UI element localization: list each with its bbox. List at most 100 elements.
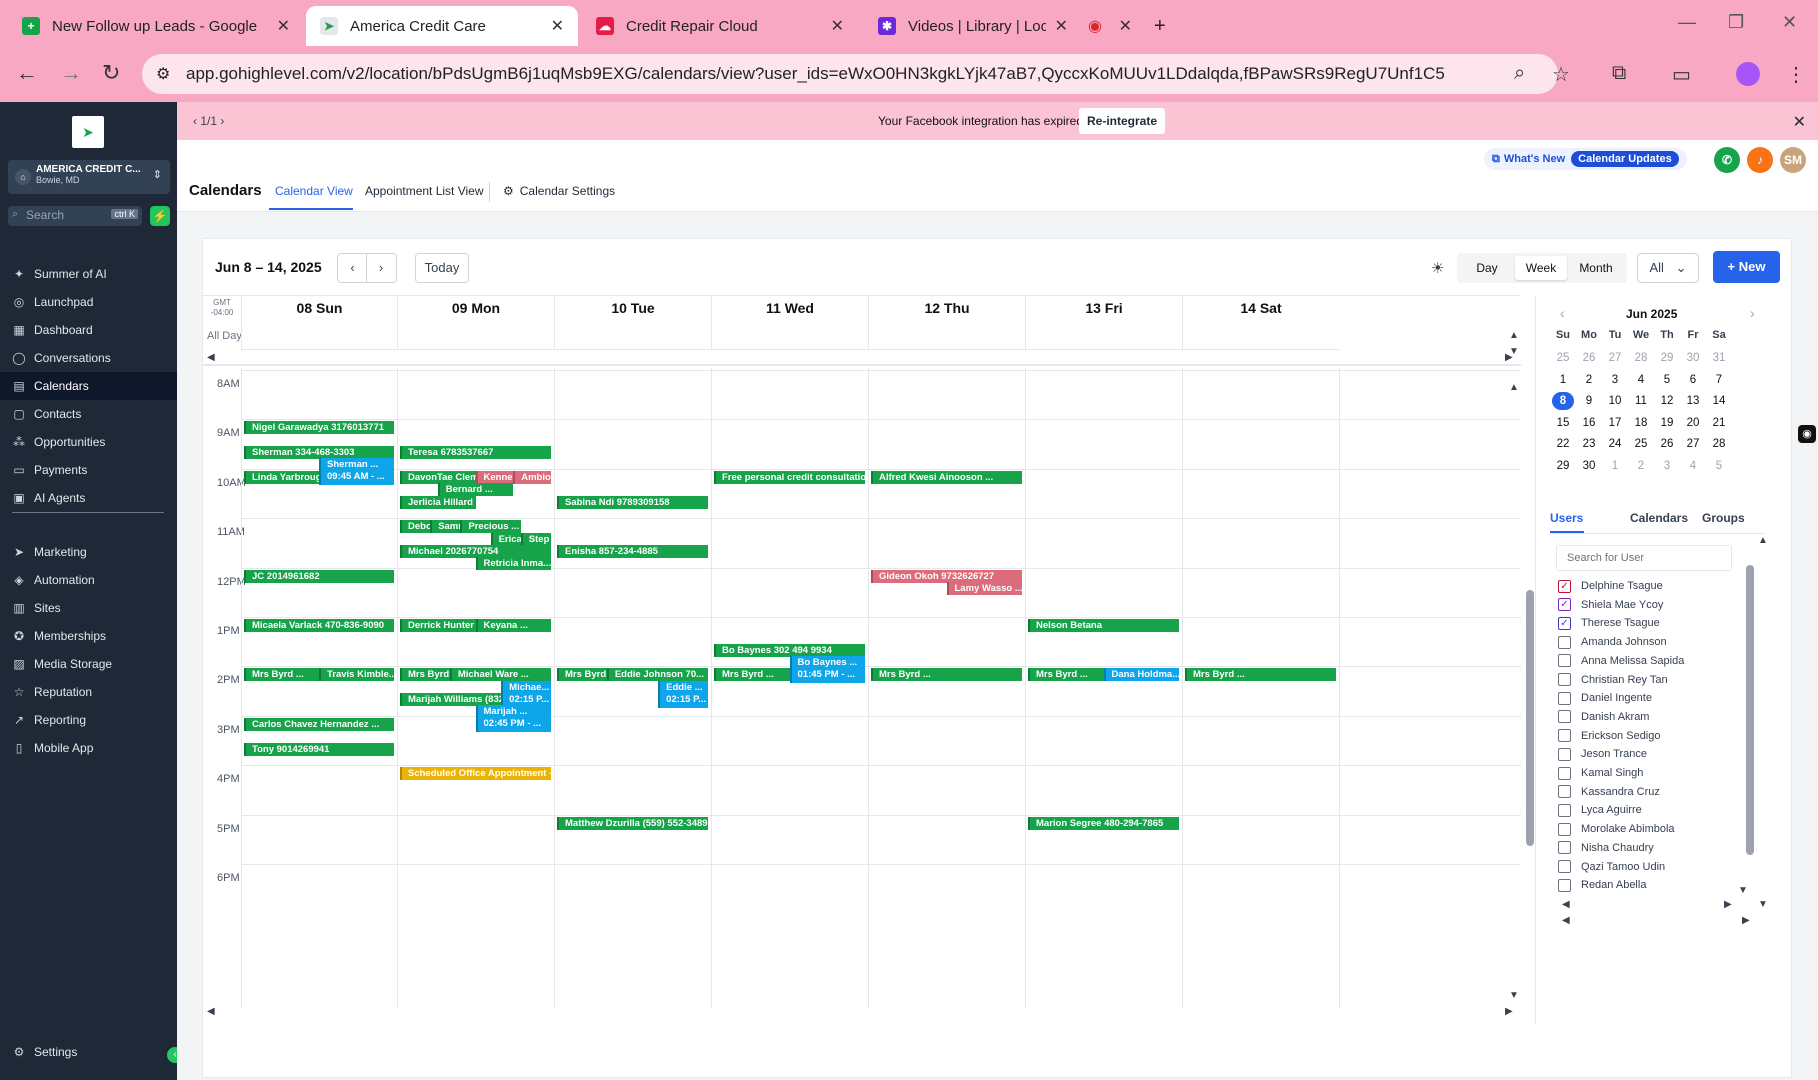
sidebar-search[interactable]: ⌕ Search ctrl K: [8, 206, 142, 226]
sidebar-item-ai-agents[interactable]: ▣ AI Agents: [0, 484, 177, 512]
all-day-scrollbar[interactable]: ◀ ▶: [203, 350, 1521, 366]
whats-new-button[interactable]: ⧉ What's New Calendar Updates: [1484, 148, 1687, 170]
mini-calendar-day[interactable]: 1: [1552, 371, 1574, 389]
day-column-header[interactable]: 12 Thu: [868, 296, 1025, 320]
sidebar-item-opportunities[interactable]: ⁂ Opportunities: [0, 428, 177, 456]
all-day-cell[interactable]: [397, 320, 554, 350]
mini-calendar-day[interactable]: 9: [1578, 392, 1600, 410]
appointment-event[interactable]: Gideon Okoh 9732626727: [871, 569, 1022, 583]
mini-calendar-day[interactable]: 27: [1682, 435, 1704, 453]
notification-bell-icon[interactable]: ♪: [1747, 147, 1773, 173]
appointment-event[interactable]: Kenned: [475, 470, 514, 484]
user-filter-item[interactable]: Amanda Johnson: [1558, 633, 1667, 651]
sidebar-item-memberships[interactable]: ✪ Memberships: [0, 622, 177, 650]
appointment-event[interactable]: Matthew Dzurilla (559) 552-3489: [557, 816, 708, 830]
quick-action-bolt-icon[interactable]: ⚡: [150, 206, 170, 226]
appointment-event[interactable]: Marion Segree 480-294-7865: [1028, 816, 1179, 830]
all-day-cell[interactable]: [868, 320, 1025, 350]
mini-calendar-day[interactable]: 13: [1682, 392, 1704, 410]
checkbox-icon[interactable]: [1558, 691, 1571, 705]
mini-calendar-day[interactable]: 25: [1630, 435, 1652, 453]
user-filter-item[interactable]: Anna Melissa Sapida: [1558, 652, 1684, 670]
new-tab-button[interactable]: +: [1140, 6, 1170, 46]
mini-calendar-day[interactable]: 10: [1604, 392, 1626, 410]
user-filter-item[interactable]: Erickson Sedigo: [1558, 727, 1661, 745]
appointment-event[interactable]: Linda Yarbrough: [244, 470, 319, 484]
scroll-down-icon[interactable]: ▼: [1509, 990, 1519, 1001]
user-filter-item[interactable]: Nisha Chaudry: [1558, 839, 1654, 857]
scroll-left-icon[interactable]: ◀: [1562, 915, 1570, 926]
sidebar-item-mobile-app[interactable]: ▯ Mobile App: [0, 734, 177, 762]
user-filter-item[interactable]: ✓ Shiela Mae Ycoy: [1558, 596, 1663, 614]
user-list-scrollbar[interactable]: [1746, 565, 1754, 855]
mini-calendar-day[interactable]: 3: [1604, 371, 1626, 389]
time-grid-scrollbar[interactable]: [1526, 590, 1534, 846]
sidebar-item-reputation[interactable]: ☆ Reputation: [0, 678, 177, 706]
close-icon[interactable]: ✕: [277, 16, 290, 36]
tab-appointment-list-view[interactable]: Appointment List View: [365, 184, 484, 198]
mini-calendar-day[interactable]: 28: [1708, 435, 1730, 453]
sidebar-item-summer-of-ai[interactable]: ✦ Summer of AI: [0, 260, 177, 288]
day-column-header[interactable]: 13 Fri: [1025, 296, 1182, 320]
mini-calendar-day[interactable]: 18: [1630, 414, 1652, 432]
reload-icon[interactable]: ↻: [102, 60, 120, 86]
phone-icon[interactable]: ✆: [1714, 147, 1740, 173]
checkbox-checked-icon[interactable]: ✓: [1558, 598, 1571, 612]
all-day-cell[interactable]: [1182, 320, 1339, 350]
user-filter-item[interactable]: Qazi Tamoo Udin: [1558, 858, 1665, 876]
calendar-updates-badge[interactable]: Calendar Updates: [1571, 151, 1679, 167]
prev-week-icon[interactable]: ‹: [339, 254, 367, 282]
appointment-event[interactable]: Micaela Varlack 470-836-9090: [244, 619, 394, 632]
sidebar-item-media-storage[interactable]: ▨ Media Storage: [0, 650, 177, 678]
appointment-event[interactable]: JC 2014961682: [244, 569, 394, 583]
mini-calendar-day[interactable]: 27: [1604, 349, 1626, 367]
mini-calendar-day[interactable]: 15: [1552, 414, 1574, 432]
mini-calendar-day[interactable]: 2: [1630, 457, 1652, 475]
tab-groups[interactable]: Groups: [1702, 511, 1745, 525]
forward-icon[interactable]: →: [60, 60, 82, 86]
scroll-up-icon[interactable]: ▲: [1509, 382, 1519, 393]
appointment-event[interactable]: Lamy Wasso ...: [946, 581, 1022, 595]
appointment-event[interactable]: Eddie Johnson 70...: [606, 668, 708, 682]
checkbox-icon[interactable]: [1558, 785, 1571, 799]
mini-calendar-day[interactable]: 23: [1578, 435, 1600, 453]
appointment-event[interactable]: Keyana ...: [475, 619, 551, 632]
scroll-up-icon[interactable]: ▲: [1758, 535, 1768, 546]
user-filter-item[interactable]: Kamal Singh: [1558, 764, 1643, 782]
checkbox-icon[interactable]: [1558, 710, 1571, 724]
checkbox-icon[interactable]: [1558, 822, 1571, 836]
appointment-event[interactable]: Michael 2026770754: [400, 544, 551, 558]
mini-calendar-day[interactable]: 1: [1604, 457, 1626, 475]
back-icon[interactable]: ←: [16, 60, 38, 86]
mini-calendar-day[interactable]: 31: [1708, 349, 1730, 367]
mini-calendar-day[interactable]: 25: [1552, 349, 1574, 367]
mini-calendar-day[interactable]: 30: [1578, 457, 1600, 475]
day-column-header[interactable]: 14 Sat: [1182, 296, 1339, 320]
scroll-down-icon[interactable]: ▼: [1509, 346, 1519, 357]
checkbox-icon[interactable]: [1558, 729, 1571, 743]
sidebar-item-marketing[interactable]: ➤ Marketing: [0, 538, 177, 566]
checkbox-icon[interactable]: [1558, 673, 1571, 686]
mini-calendar-day[interactable]: 4: [1682, 457, 1704, 475]
appointment-event[interactable]: Teresa 6783537667: [400, 446, 551, 460]
appointment-event[interactable]: Sabina Ndi 9789309158: [557, 495, 708, 509]
appointment-event[interactable]: Michael Ware ...: [449, 668, 551, 682]
mini-calendar-day[interactable]: 4: [1630, 371, 1652, 389]
scroll-left-icon[interactable]: ◀: [1562, 899, 1570, 910]
appointment-event[interactable]: Dana Holdma...: [1103, 668, 1179, 682]
user-filter-item[interactable]: ✓ Delphine Tsague: [1558, 577, 1663, 595]
zoom-icon[interactable]: ⌕: [1514, 62, 1525, 85]
mini-calendar-day[interactable]: 3: [1656, 457, 1678, 475]
mini-calendar-day[interactable]: 12: [1656, 392, 1678, 410]
user-filter-item[interactable]: ✓ Therese Tsague: [1558, 614, 1660, 632]
browser-tab[interactable]: ✱ Videos | Library | Loom ✕: [864, 6, 1082, 46]
filter-select[interactable]: All ⌄: [1637, 253, 1699, 283]
appointment-event[interactable]: Enisha 857-234-4885: [557, 544, 708, 558]
browser-menu-icon[interactable]: ⋮: [1786, 62, 1806, 87]
appointment-event[interactable]: Jerlicia Hillard: [400, 495, 476, 509]
banner-pager[interactable]: ‹ 1/1 ›: [193, 114, 224, 128]
appointment-event[interactable]: Alfred Kwesi Ainooson ...: [871, 470, 1022, 484]
appointment-event[interactable]: Scheduled Office Appointment - ...: [400, 767, 551, 781]
mini-calendar-day[interactable]: 7: [1708, 371, 1730, 389]
close-icon[interactable]: ✕: [1055, 16, 1068, 36]
